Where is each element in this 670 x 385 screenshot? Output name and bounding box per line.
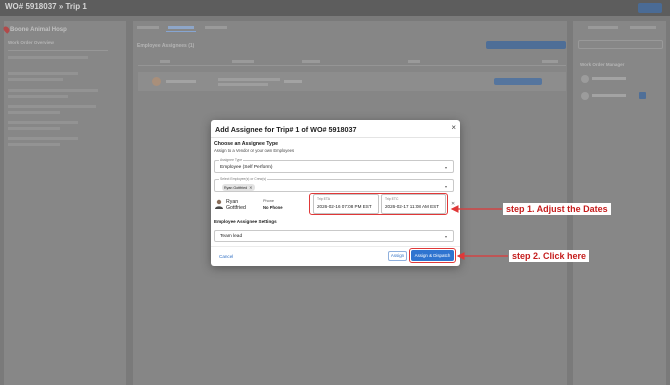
step2-annotation: step 2. Click here (509, 250, 590, 262)
chevron-down-icon: ▾ (444, 184, 447, 189)
row-action-button[interactable] (494, 78, 542, 85)
employee-select[interactable]: Select Employee(s) or Crew(s) Ryan Gottf… (214, 177, 454, 192)
row-avatar (152, 77, 161, 86)
person-avatar-icon (215, 199, 223, 209)
left-placeholder-row (8, 111, 60, 114)
center-tab[interactable] (205, 26, 227, 29)
row-cell (284, 80, 302, 83)
row-cell (218, 83, 268, 86)
table-header-cell (232, 60, 254, 63)
assignee-type-heading: Choose an Assignee Type (214, 141, 278, 147)
left-divider (8, 50, 108, 54)
dispatch-highlight-box (409, 248, 456, 263)
left-placeholder-row (8, 89, 98, 92)
row-cell (166, 80, 196, 83)
manager-action-button[interactable] (639, 92, 646, 99)
dates-highlight-box (309, 193, 448, 215)
table-header-cell (542, 60, 558, 63)
step1-annotation: step 1. Adjust the Dates (503, 203, 611, 215)
left-placeholder-row (8, 95, 68, 98)
active-tab-indicator (166, 31, 196, 32)
assignee-type-value: Employee (Self Perform) (220, 165, 273, 170)
assignee-type-select[interactable]: Assignee Type Employee (Self Perform) ▾ (214, 158, 454, 173)
manager-name (592, 94, 626, 97)
table-header-cell (160, 60, 170, 63)
assignee-type-subtitle: Assign to a Vendor or your own Employees (214, 148, 295, 153)
modal-footer-divider (211, 246, 460, 247)
header-action-button[interactable] (638, 3, 662, 13)
chevron-down-icon: ▾ (444, 234, 447, 239)
assignee-last-name: Gottfried (226, 205, 246, 211)
app-header-bar: WO# 5918037 » Trip 1 (0, 0, 670, 16)
center-tab[interactable] (137, 26, 159, 29)
settings-select-value: Team lead (220, 234, 243, 239)
table-header-cell (302, 60, 320, 63)
table-header-cell (408, 60, 420, 63)
right-section-heading: Work Order Manager (580, 62, 625, 67)
settings-heading: Employee Assignee Settings (214, 219, 277, 224)
left-placeholder-row (8, 137, 78, 140)
employee-chip[interactable]: Ryan Gottfried ✕ (222, 184, 255, 191)
employee-chip-label: Ryan Gottfried (224, 185, 248, 190)
manager-name (592, 77, 626, 80)
add-assignee-modal: Add Assignee for Trip# 1 of WO# 5918037 … (211, 120, 460, 266)
assignee-type-label: Assignee Type (219, 158, 244, 162)
left-panel (4, 21, 126, 385)
settings-select[interactable]: Team lead ▾ (214, 230, 454, 242)
row-cell (218, 78, 280, 81)
cancel-button[interactable]: Cancel (219, 254, 233, 259)
location-name: Boone Animal Hosp (10, 27, 67, 33)
right-tab[interactable] (630, 26, 656, 29)
phone-label: Phone (263, 199, 274, 203)
close-icon[interactable]: × (451, 124, 456, 132)
center-section-label: Employee Assignees (1) (137, 43, 195, 49)
left-placeholder-row (8, 121, 78, 124)
center-tab-active[interactable] (168, 26, 194, 29)
left-placeholder-row (8, 127, 60, 130)
left-section-heading: Work Order Overview (8, 40, 54, 45)
manager-avatar (581, 92, 589, 100)
phone-value: No Phone (263, 205, 283, 210)
chevron-down-icon: ▾ (444, 165, 447, 170)
manager-search-input[interactable] (578, 40, 663, 49)
page-title: WO# 5918037 » Trip 1 (5, 2, 87, 11)
table-header-divider (138, 65, 566, 66)
modal-title: Add Assignee for Trip# 1 of WO# 5918037 (215, 125, 357, 134)
left-placeholder-row (8, 105, 96, 108)
add-assignee-button[interactable] (486, 41, 566, 49)
remove-assignee-icon[interactable]: ✕ (451, 201, 455, 207)
right-tab[interactable] (588, 26, 618, 29)
modal-header-divider (211, 137, 460, 138)
assign-button[interactable]: Assign (388, 251, 407, 261)
left-placeholder-row (8, 143, 60, 146)
left-placeholder-row (8, 78, 63, 81)
manager-avatar (581, 75, 589, 83)
employee-select-label: Select Employee(s) or Crew(s) (219, 177, 268, 181)
remove-chip-icon[interactable]: ✕ (249, 185, 253, 190)
left-placeholder-row (8, 56, 88, 59)
left-placeholder-row (8, 72, 78, 75)
